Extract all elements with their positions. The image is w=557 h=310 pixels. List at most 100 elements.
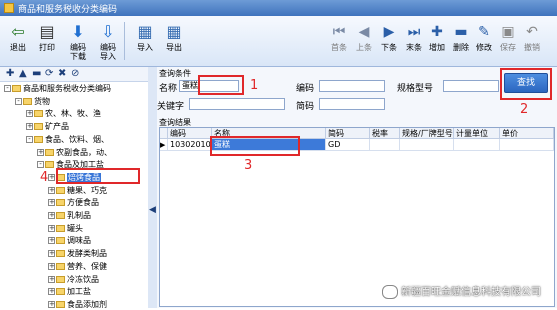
column-header[interactable]: 简码 [326, 128, 370, 139]
tree-node[interactable]: - 商品和服务税收分类编码 [4, 83, 111, 94]
tree-node[interactable]: + 冷冻饮品 [48, 274, 99, 285]
column-header[interactable]: 编码 [168, 128, 212, 139]
expand-toggle-icon[interactable]: + [48, 250, 55, 258]
grid-export-button[interactable]: ▦ 导出 [160, 20, 188, 64]
expand-toggle-icon[interactable]: + [48, 237, 55, 245]
last-button[interactable]: ⏭ 末条 [402, 20, 426, 64]
watermark-text: 新疆百旺金赋信息科技有限公司 [401, 287, 541, 298]
import-icon: ⇩ [101, 22, 115, 41]
tree-node[interactable]: - 货物 [15, 96, 50, 107]
table-cell[interactable] [400, 139, 454, 151]
add-node-icon[interactable]: ✚ [6, 68, 14, 79]
next-button[interactable]: ▶ 下条 [377, 20, 401, 64]
collapse-left-icon[interactable]: ◀ [149, 205, 156, 215]
edit-button[interactable]: ✎ 修改 [472, 20, 496, 64]
table-cell[interactable]: 10302010100 [168, 139, 212, 151]
prev-button[interactable]: ◀ 上条 [352, 20, 376, 64]
folder-icon [56, 237, 65, 245]
spec-input[interactable] [443, 80, 499, 92]
add-button[interactable]: ✚ 增加 [425, 20, 449, 64]
collapse-all-icon[interactable]: ▬ [32, 68, 41, 79]
tree-node-label: 商品和服务税收分类编码 [23, 84, 111, 93]
collapse-toggle-icon[interactable]: - [26, 135, 33, 143]
tree-node[interactable]: + 糖果、巧克 [48, 185, 107, 196]
table-cell[interactable] [454, 139, 500, 151]
column-header[interactable]: 规格/厂牌型号 [400, 128, 454, 139]
toolbar-label: 增加 [429, 43, 445, 52]
import-button[interactable]: ⇩ 编码 导入 [94, 20, 122, 64]
tree-node[interactable]: + 方便食品 [48, 197, 99, 208]
clear-icon[interactable]: ⊘ [71, 68, 79, 79]
tree-node[interactable]: + 乳制品 [48, 210, 91, 221]
toolbar-label: 打印 [39, 43, 55, 52]
expand-toggle-icon[interactable]: + [48, 262, 55, 270]
download-button[interactable]: ⬇ 编码 下载 [64, 20, 92, 64]
tree-node-label: 农副食品，动、 [56, 147, 112, 157]
toolbar-separator [124, 22, 125, 60]
watermark: 新疆百旺金赋信息科技有限公司 [382, 283, 541, 301]
tree-node[interactable]: + 调味品 [48, 235, 91, 246]
collapse-toggle-icon[interactable]: - [37, 161, 44, 169]
exit-button[interactable]: ⇦ 退出 [4, 20, 32, 64]
download-icon: ⬇ [71, 22, 85, 41]
tree-node[interactable]: + 发酵类制品 [48, 248, 107, 259]
keyword-input[interactable] [189, 98, 285, 110]
refresh-icon[interactable]: ⟳ [45, 68, 53, 79]
expand-toggle-icon[interactable]: + [26, 123, 33, 131]
tree-node-label: 加工盐 [67, 287, 91, 297]
code-input[interactable] [319, 80, 385, 92]
query-conditions-title: 查询条件 [159, 69, 191, 78]
expand-toggle-icon[interactable]: + [48, 186, 55, 194]
tree-node[interactable]: + 罐头 [48, 223, 83, 234]
tree-node-label: 调味品 [67, 236, 91, 246]
tree-node[interactable]: + 食品添加剂 [48, 299, 107, 310]
save-button[interactable]: ▣ 保存 [496, 20, 520, 64]
tree-node[interactable]: - 食品、饮料、烟、 [26, 134, 109, 145]
toolbar-label: 导入 [137, 43, 153, 52]
expand-toggle-icon[interactable]: + [48, 275, 55, 283]
collapse-toggle-icon[interactable]: - [15, 97, 22, 105]
spec-label: 规格型号 [397, 84, 434, 94]
tree-node-label: 方便食品 [67, 198, 99, 208]
annotation-2: 2 [520, 102, 529, 117]
grid-import-button[interactable]: ▦ 导入 [131, 20, 159, 64]
tree-node[interactable]: + 农副食品，动、 [37, 147, 112, 158]
row-indicator-icon: ▶ [160, 139, 168, 151]
grid-corner [160, 128, 168, 139]
move-up-icon[interactable]: ▲ [19, 68, 27, 79]
tree-node[interactable]: + 农、林、牧、渔 [26, 108, 101, 119]
expand-toggle-icon[interactable]: + [48, 199, 55, 207]
table-cell[interactable] [500, 139, 554, 151]
expand-toggle-icon[interactable]: + [48, 288, 55, 296]
table-cell[interactable] [370, 139, 400, 151]
grid-export-icon: ▦ [166, 22, 182, 41]
expand-toggle-icon[interactable]: + [37, 148, 44, 156]
folder-icon [56, 186, 65, 194]
folder-icon [45, 161, 54, 169]
tree-node[interactable]: + 营养、保健 [48, 261, 107, 272]
app-icon [4, 3, 14, 13]
column-header[interactable]: 计量单位 [454, 128, 500, 139]
folder-icon [23, 97, 32, 105]
undo-button[interactable]: ↶ 撤销 [520, 20, 544, 64]
collapse-toggle-icon[interactable]: - [4, 85, 11, 92]
expand-toggle-icon[interactable]: + [48, 212, 55, 219]
expand-toggle-icon[interactable]: + [48, 173, 55, 181]
expand-toggle-icon[interactable]: + [26, 110, 33, 118]
delete-icon: ▬ [454, 24, 468, 40]
close-icon[interactable]: ✖ [58, 68, 66, 79]
tree-node-label: 营养、保健 [67, 261, 107, 271]
expand-toggle-icon[interactable]: + [48, 224, 55, 232]
column-header[interactable]: 单价 [500, 128, 554, 139]
tree-node[interactable]: + 加工盐 [48, 286, 91, 297]
folder-icon [56, 250, 65, 258]
first-button[interactable]: ⏮ 首条 [327, 20, 351, 64]
toolbar-label: 编码 下载 [70, 43, 86, 61]
short-code-input[interactable] [319, 98, 385, 110]
tree-node[interactable]: + 矿产品 [26, 121, 69, 132]
table-cell[interactable]: GD [326, 139, 370, 151]
column-header[interactable]: 税率 [370, 128, 400, 139]
expand-toggle-icon[interactable]: + [48, 300, 55, 308]
delete-button[interactable]: ▬ 删除 [449, 20, 473, 64]
printer-button[interactable]: ▤ 打印 [33, 20, 61, 64]
